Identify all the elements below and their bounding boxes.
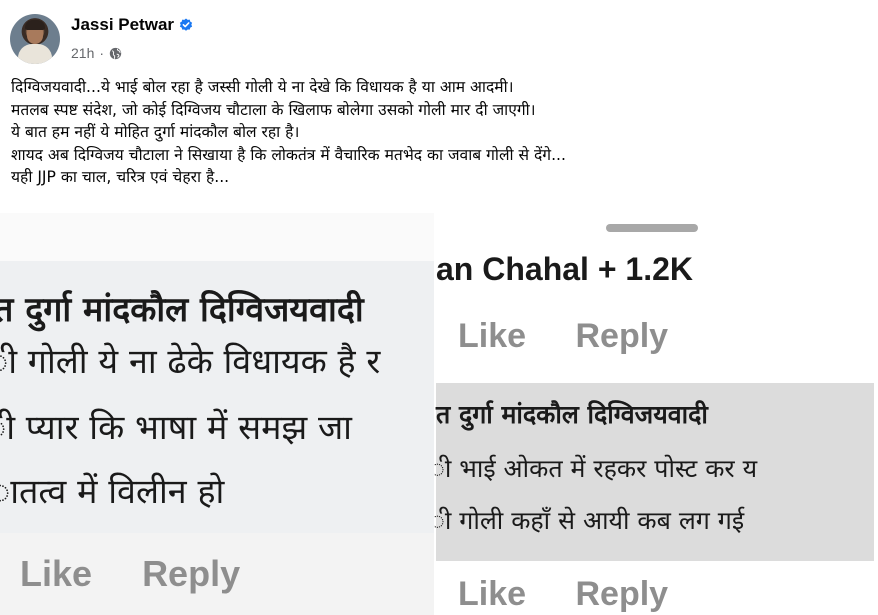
post-timestamp[interactable]: 21h [71,45,94,61]
comment-reply-label: Reply [575,575,669,613]
post-text-line: शायद अब दिग्विजय चौटाला ने सिखाया है कि … [11,145,566,164]
comment-text-line: ी गोली कहाँ से आयी कब लग गई [434,506,745,535]
post-header: Jassi Petwar 21h · [0,0,878,70]
comment-reply-label: Reply [575,317,669,355]
globe-icon[interactable] [109,47,122,60]
comment-text-line: ी प्यार कि भाषा में समझ जा [0,408,352,448]
commenter-line: an Chahal + 1.2K [436,251,693,287]
screenshot-top-strip [0,213,434,261]
post-text-line: मतलब स्पष्ट संदेश, जो कोई दिग्विजय चौटाल… [11,100,536,119]
author-name[interactable]: Jassi Petwar [71,15,174,34]
right-comment-screenshot[interactable]: an Chahal + 1.2K Like Reply त दुर्गा मां… [434,213,878,615]
comment-actions: Like Reply [20,553,280,595]
comment-reply-label: Reply [142,553,241,594]
comment-text-line: ी गोली ये ना ढेके विधायक है र [0,342,381,382]
verified-badge-icon [179,18,193,31]
post-images[interactable]: त दुर्गा मांदकौल दिग्विजयवादी ी गोली ये … [0,213,878,615]
comment-text-line: ी भाई ओकत में रहकर पोस्ट कर य [434,454,758,483]
comment-actions: Like Reply [458,317,708,356]
sheet-grabber-handle [606,224,698,232]
post-meta: 21h · [71,45,122,61]
left-comment-screenshot[interactable]: त दुर्गा मांदकौल दिग्विजयवादी ी गोली ये … [0,213,434,615]
comment-actions: Like Reply [458,575,708,614]
meta-separator: · [99,45,105,61]
facebook-post: Jassi Petwar 21h · दिग्विजयवादी...ये भाई… [0,0,878,615]
post-text-line: ये बात हम नहीं ये मोहित दुर्गा मांदकौल ब… [11,123,300,141]
post-text: दिग्विजयवादी...ये भाई बोल रहा है जस्सी ग… [11,76,871,189]
post-text-line: यही JJP का चाल, चरित्र एवं चेहरा है... [11,168,230,186]
author-avatar[interactable] [10,14,60,64]
comment-text-line: ातत्व में विलीन हो [0,472,225,512]
comment-like-label: Like [458,317,527,355]
author-name-row: Jassi Petwar [71,15,193,35]
avatar-shirt [18,44,52,64]
comment-like-label: Like [20,553,93,594]
comment-author-name: त दुर्गा मांदकौल दिग्विजयवादी [0,290,364,330]
comment-author-name: त दुर्गा मांदकौल दिग्विजयवादी [436,400,708,429]
comment-like-label: Like [458,575,527,613]
post-text-line: दिग्विजयवादी...ये भाई बोल रहा है जस्सी ग… [11,78,514,96]
avatar-hair [25,20,45,30]
